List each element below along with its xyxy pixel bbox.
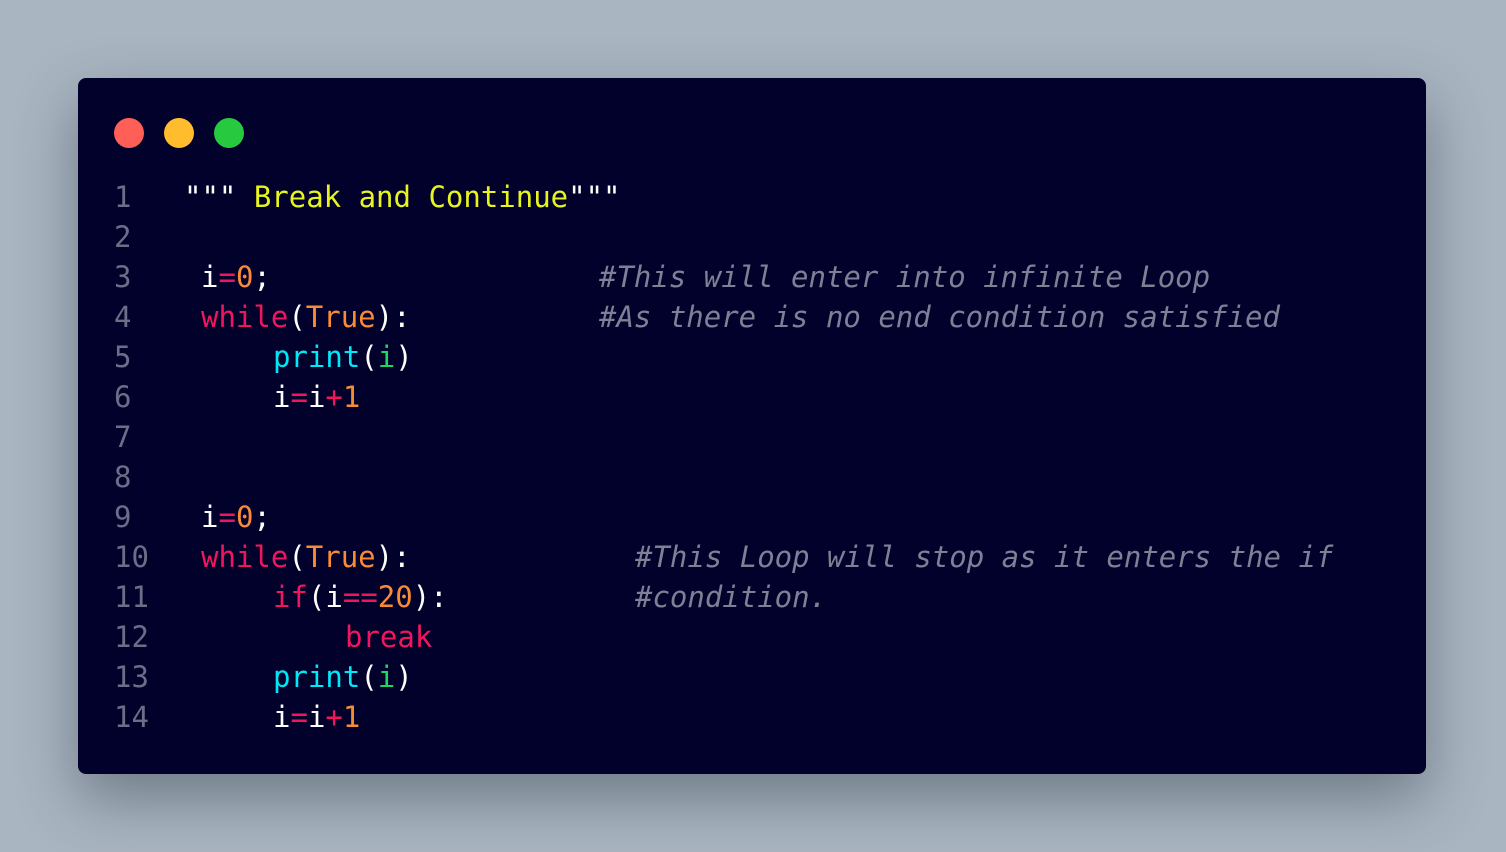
code-token-number: 1 — [342, 700, 361, 734]
line-number: 12 — [114, 620, 149, 654]
line-number: 3 — [114, 260, 132, 294]
code-token-default: i — [201, 260, 219, 294]
code-text: print(i) — [273, 337, 413, 377]
code-window: 1 """ Break and Continue""" 2 3 i=0; #This wi… — [78, 78, 1426, 774]
code-token-builtin: print — [273, 340, 361, 374]
code-token-keyword: break — [345, 620, 433, 654]
code-token-default: ): — [412, 580, 448, 614]
code-token-operator: + — [325, 700, 343, 734]
code-text: i=0; — [201, 497, 271, 537]
code-text: """ Break and Continue""" — [184, 177, 621, 217]
close-button[interactable] — [114, 118, 144, 148]
code-text: while(True): — [201, 297, 411, 337]
code-text: break — [345, 617, 432, 657]
line-number: 9 — [114, 500, 132, 534]
line-number: 4 — [114, 300, 132, 334]
code-text: print(i) — [273, 657, 413, 697]
line-number: 2 — [114, 220, 132, 254]
code-text: while(True): — [201, 537, 411, 577]
minimize-button[interactable] — [164, 118, 194, 148]
code-token-operator: = — [218, 260, 236, 294]
code-line: 1 """ Break and Continue""" — [78, 177, 1426, 217]
code-token-default: i — [273, 380, 291, 414]
code-line: 6 i=i+1 — [78, 377, 1426, 417]
code-token-default: ): — [375, 300, 411, 334]
code-line: 4 while(True): #As there is no end conditi… — [78, 297, 1426, 337]
code-token-number: 1 — [342, 380, 361, 414]
code-token-default: i — [201, 500, 219, 534]
code-token-default: """ — [568, 180, 621, 214]
code-line: 8 — [78, 457, 1426, 497]
code-line: 12 break — [78, 617, 1426, 657]
code-line: 7 — [78, 417, 1426, 457]
code-token-builtin: print — [273, 660, 361, 694]
line-number: 8 — [114, 460, 132, 494]
code-token-keyword: while — [201, 300, 289, 334]
maximize-button[interactable] — [214, 118, 244, 148]
line-number: 7 — [114, 420, 132, 454]
line-number: 13 — [114, 660, 149, 694]
code-line: 14 i=i+1 — [78, 697, 1426, 737]
code-line: 10 while(True): #This Loop will stop as it… — [78, 537, 1426, 577]
code-token-default: i — [273, 700, 291, 734]
code-token-number: 0 — [235, 500, 254, 534]
code-token-default: ): — [375, 540, 411, 574]
code-token-number: 0 — [235, 260, 254, 294]
code-token-default: ( — [288, 300, 306, 334]
line-number: 1 — [114, 180, 132, 214]
code-token-operator: = — [290, 700, 308, 734]
code-token-default: ) — [395, 660, 413, 694]
code-line: 9 i=0; — [78, 497, 1426, 537]
code-token-default: ( — [307, 580, 326, 614]
code-line: 5 print(i) — [78, 337, 1426, 377]
code-comment: #As there is no end condition satisfied — [599, 300, 1280, 334]
line-number: 14 — [114, 700, 149, 734]
code-token-operator: = — [218, 500, 236, 534]
code-text: i=0; — [201, 257, 271, 297]
code-token-default: ( — [288, 540, 306, 574]
code-text: if(i==20): — [273, 577, 448, 617]
code-token-variable_arg: i — [377, 660, 396, 694]
code-token-default: ( — [360, 340, 378, 374]
code-token-operator: == — [342, 580, 378, 614]
code-token-default: i — [307, 700, 326, 734]
code-editor: 1 """ Break and Continue""" 2 3 i=0; #This wi… — [78, 177, 1426, 737]
code-line: 2 — [78, 217, 1426, 257]
code-line: 3 i=0; #This will enter into infinite Loop — [78, 257, 1426, 297]
code-token-keyword: if — [273, 580, 308, 614]
code-line: 13 print(i) — [78, 657, 1426, 697]
code-token-default: ; — [253, 500, 271, 534]
code-token-default: ( — [360, 660, 378, 694]
code-line: 11 if(i==20): #condition. — [78, 577, 1426, 617]
line-number: 6 — [114, 380, 132, 414]
code-token-number: True — [305, 300, 376, 334]
code-token-variable_arg: i — [377, 340, 396, 374]
code-token-default: i — [325, 580, 343, 614]
line-number: 10 — [114, 540, 149, 574]
code-token-number: 20 — [377, 580, 413, 614]
code-text: i=i+1 — [273, 697, 360, 737]
code-token-string: Break and Continue — [253, 180, 569, 214]
code-comment: #This Loop will stop as it enters the if — [635, 540, 1334, 574]
code-token-operator: = — [290, 380, 308, 414]
line-number: 11 — [114, 580, 149, 614]
line-number: 5 — [114, 340, 132, 374]
code-token-operator: + — [325, 380, 343, 414]
code-token-default: ; — [253, 260, 271, 294]
code-token-default: ) — [395, 340, 413, 374]
code-token-keyword: while — [201, 540, 289, 574]
code-token-default: i — [307, 380, 326, 414]
code-token-number: True — [305, 540, 376, 574]
code-comment: #This will enter into infinite Loop — [599, 260, 1211, 294]
code-comment: #condition. — [635, 580, 828, 614]
code-token-default: """ — [184, 180, 254, 214]
code-text: i=i+1 — [273, 377, 360, 417]
